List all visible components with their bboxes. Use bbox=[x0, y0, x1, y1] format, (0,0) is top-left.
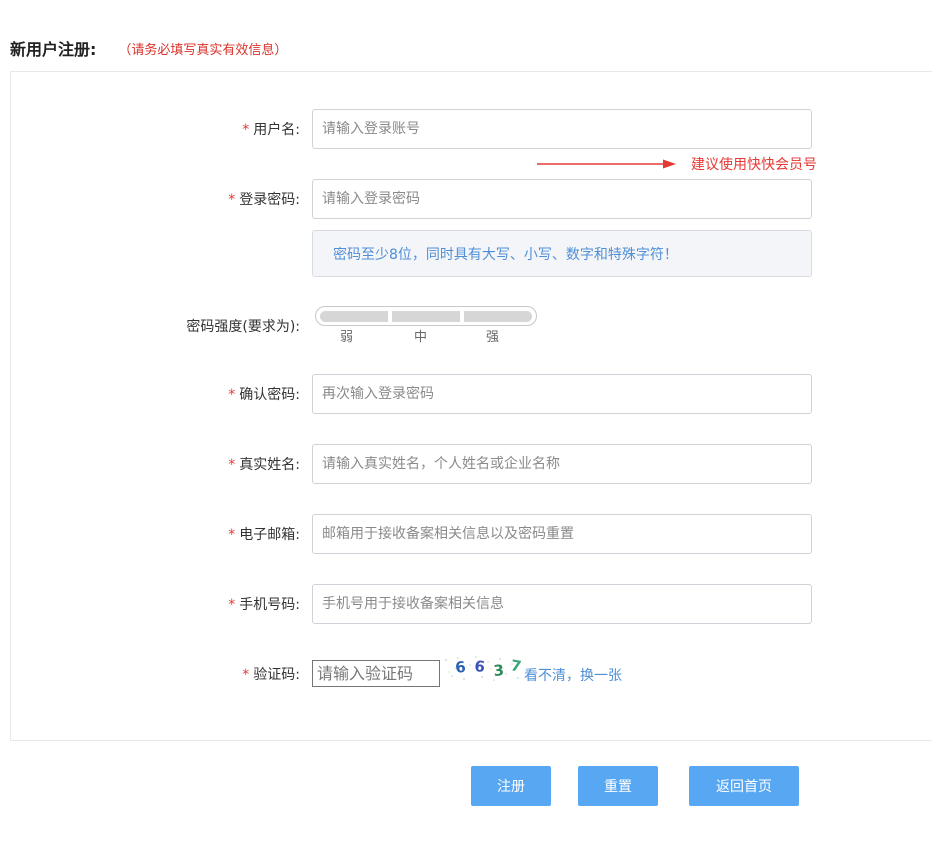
captcha-digit: 6 bbox=[474, 657, 486, 676]
reset-button[interactable]: 重置 bbox=[578, 766, 658, 806]
password-hint: 密码至少8位，同时具有大写、小写、数字和特殊字符！ bbox=[312, 230, 812, 277]
captcha-refresh-link[interactable]: 看不清，换一张 bbox=[524, 665, 622, 685]
strength-label: 密码强度(要求为): bbox=[186, 319, 300, 335]
registration-form: *用户名: 建议使用快快会员号 *登录密码: 密码至少8位，同时具有大写、小写、… bbox=[10, 71, 932, 741]
strength-segment-weak bbox=[320, 310, 388, 322]
home-button[interactable]: 返回首页 bbox=[689, 766, 799, 806]
username-input[interactable] bbox=[312, 109, 812, 149]
captcha-digit: 6 bbox=[454, 658, 467, 677]
arrow-icon bbox=[537, 159, 676, 169]
email-label: * 电子邮箱: bbox=[228, 527, 300, 543]
strength-meter bbox=[315, 306, 537, 326]
strength-level-strong: 强 bbox=[486, 330, 500, 345]
password-label: * 登录密码: bbox=[228, 192, 300, 208]
password-input[interactable] bbox=[312, 179, 812, 219]
required-mark: * bbox=[242, 122, 250, 138]
page-note: （请务必填写真实有效信息） bbox=[118, 42, 288, 58]
username-tip: 建议使用快快会员号 bbox=[691, 157, 817, 173]
page-header: 新用户注册: （请务必填写真实有效信息） bbox=[10, 36, 287, 60]
required-mark: * bbox=[228, 192, 236, 208]
required-mark: * bbox=[228, 527, 236, 543]
register-button[interactable]: 注册 bbox=[471, 766, 551, 806]
confirm-password-label: * 确认密码: bbox=[228, 387, 300, 403]
captcha-digit: 3 bbox=[493, 661, 505, 680]
real-name-label: * 真实姓名: bbox=[228, 457, 300, 473]
phone-input[interactable] bbox=[312, 584, 812, 624]
captcha-label: * 验证码: bbox=[242, 667, 300, 683]
real-name-input[interactable] bbox=[312, 444, 812, 484]
strength-level-medium: 中 bbox=[414, 330, 428, 345]
required-mark: * bbox=[228, 597, 236, 613]
page-title: 新用户注册: bbox=[10, 40, 97, 59]
strength-level-weak: 弱 bbox=[340, 330, 354, 345]
strength-segment-strong bbox=[464, 310, 532, 322]
email-input[interactable] bbox=[312, 514, 812, 554]
captcha-image[interactable]: 6 6 3 7 bbox=[442, 654, 522, 682]
strength-segment-medium bbox=[392, 310, 460, 322]
required-mark: * bbox=[228, 457, 236, 473]
confirm-password-input[interactable] bbox=[312, 374, 812, 414]
captcha-digit: 7 bbox=[509, 656, 522, 676]
username-label: * 用户名: bbox=[242, 122, 300, 138]
required-mark: * bbox=[228, 387, 236, 403]
phone-label: * 手机号码: bbox=[228, 597, 300, 613]
captcha-input[interactable] bbox=[312, 660, 440, 687]
required-mark: * bbox=[242, 667, 250, 683]
